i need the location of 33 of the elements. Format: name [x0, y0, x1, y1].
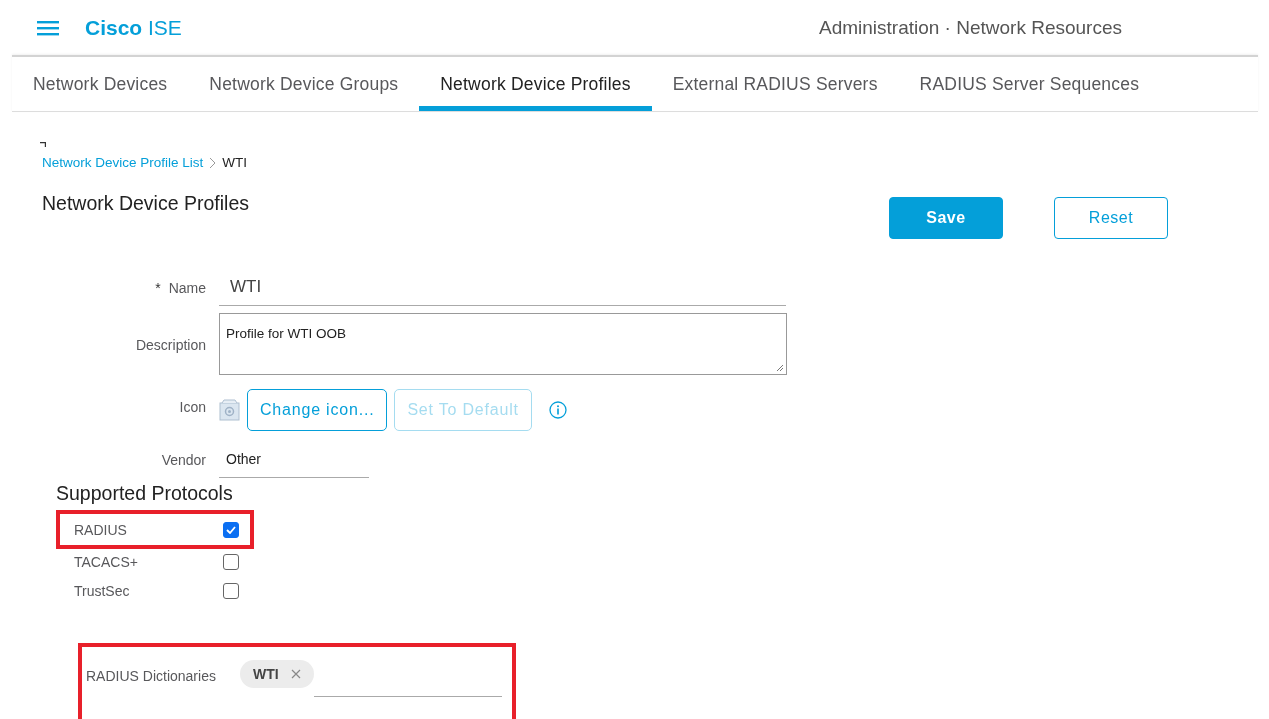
field-label: RADIUS Dictionaries: [86, 667, 217, 684]
breadcrumb-current: WTI: [222, 155, 248, 170]
chevron-icon: [209, 156, 217, 169]
description-field[interactable]: Profile for WTI OOB: [219, 313, 787, 375]
field-label: Vendor: [160, 451, 207, 468]
field-label: Icon: [178, 399, 207, 417]
field-label: * Name: [154, 279, 207, 296]
tag-chip[interactable]: WTI: [240, 660, 314, 688]
section-title: Supported Protocols: [56, 482, 234, 505]
app-logo-text: Cisco ISE: [85, 15, 182, 40]
tab[interactable]: External RADIUS Servers: [651, 57, 899, 111]
corner-mark-icon: [40, 142, 46, 147]
tab[interactable]: Network Device Groups: [188, 57, 420, 111]
name-field[interactable]: WTI: [219, 269, 786, 306]
checkbox[interactable]: [223, 582, 239, 599]
tab[interactable]: RADIUS Server Sequences: [898, 57, 1161, 111]
info-icon[interactable]: [548, 401, 567, 419]
device-icon: [219, 399, 240, 421]
check-icon: [226, 525, 236, 534]
page-title: Network Device Profiles: [42, 192, 249, 215]
tab[interactable]: Network Device Profiles: [419, 57, 652, 111]
field-label: Description: [134, 336, 207, 353]
checkbox[interactable]: [223, 553, 239, 570]
checkbox-label: TrustSec: [74, 582, 131, 599]
checkbox-label: TACACS+: [74, 553, 139, 570]
menu-icon[interactable]: [37, 19, 59, 36]
close-icon[interactable]: [290, 669, 301, 679]
tab[interactable]: Network Devices: [12, 57, 189, 111]
checkbox-label: RADIUS: [74, 521, 128, 538]
resize-grip-icon[interactable]: [776, 364, 784, 372]
checkbox[interactable]: [223, 521, 239, 538]
page-context-title: Administration · Network Resources: [818, 16, 1122, 39]
vendor-field[interactable]: Other: [219, 441, 369, 478]
